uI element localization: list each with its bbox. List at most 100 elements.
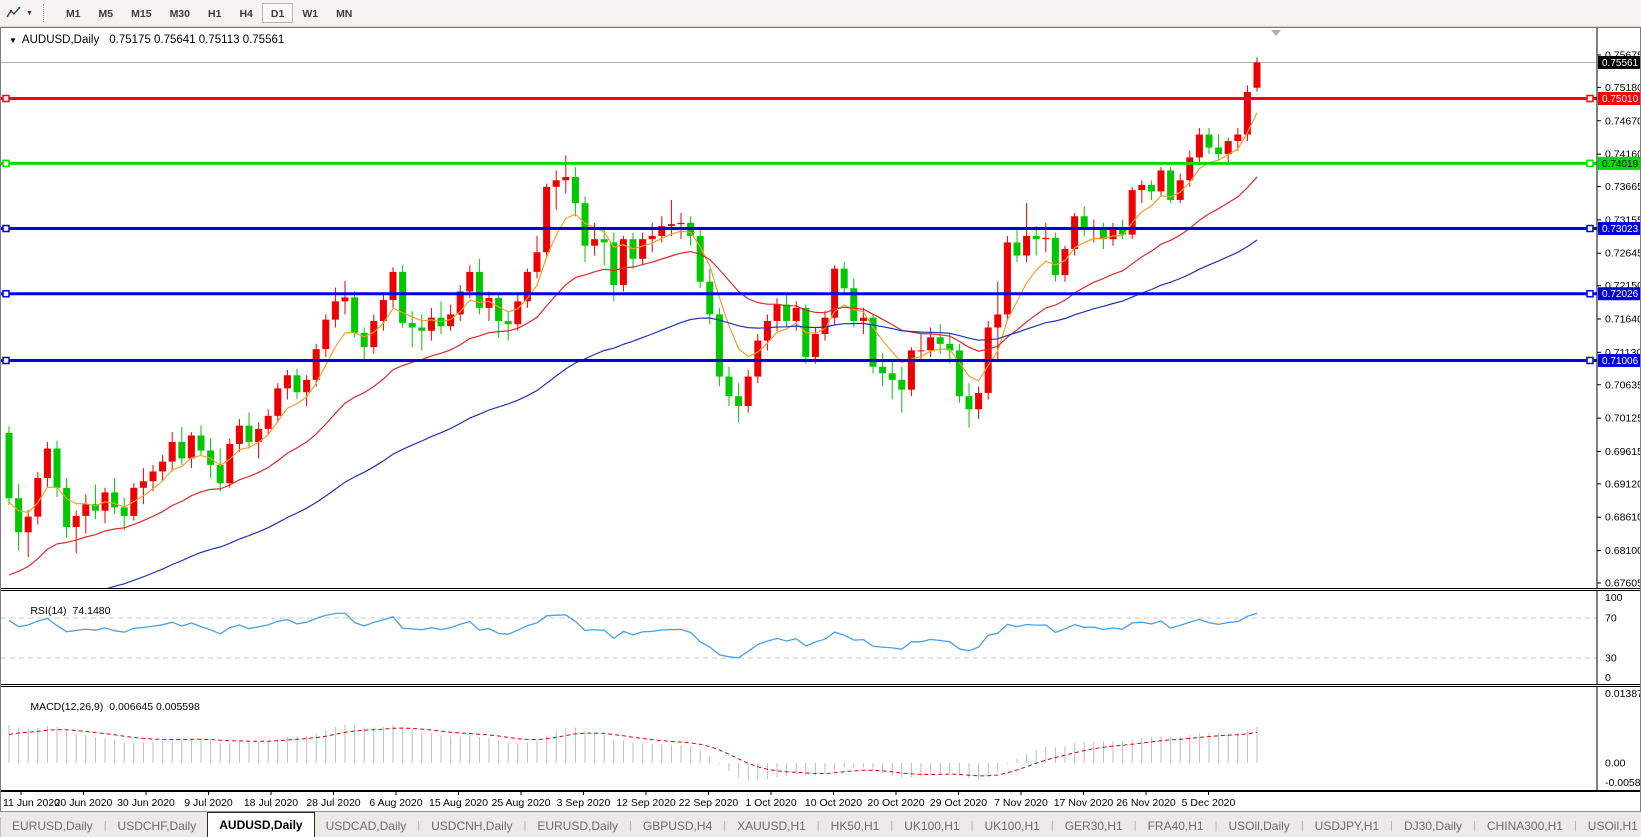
tab-uk100-h1[interactable]: UK100,H1 bbox=[893, 816, 970, 837]
horizontal-line[interactable] bbox=[1, 96, 1597, 102]
timeframe-button-d1[interactable]: D1 bbox=[262, 3, 293, 23]
price-tag: 0.74019 bbox=[1598, 157, 1640, 170]
tab-eurusd-daily[interactable]: EURUSD,Daily bbox=[526, 816, 629, 837]
svg-text:0.73023: 0.73023 bbox=[1602, 224, 1639, 235]
tab-uk100-h1[interactable]: UK100,H1 bbox=[973, 816, 1050, 837]
timeframe-button-m1[interactable]: M1 bbox=[57, 3, 90, 23]
timeframe-button-m15[interactable]: M15 bbox=[122, 3, 160, 23]
tab-usdjpy-h1[interactable]: USDJPY,H1 bbox=[1304, 816, 1390, 837]
svg-text:0.75010: 0.75010 bbox=[1602, 94, 1639, 105]
horizontal-line[interactable] bbox=[1, 160, 1597, 166]
horizontal-line[interactable] bbox=[1, 291, 1597, 297]
candle-body bbox=[562, 177, 569, 180]
tab-fra40-h1[interactable]: FRA40,H1 bbox=[1137, 816, 1215, 837]
candle-body bbox=[15, 498, 22, 532]
tab-dj30-daily[interactable]: DJ30,Daily bbox=[1393, 816, 1473, 837]
macd-axis-label: 0.00 bbox=[1605, 758, 1626, 770]
hline-handle[interactable] bbox=[1587, 291, 1593, 297]
candle-body bbox=[351, 297, 358, 332]
candle-body bbox=[783, 305, 790, 321]
price-axis-label: 0.68610 bbox=[1605, 512, 1640, 524]
price-axis-label: 0.68100 bbox=[1605, 545, 1640, 557]
candle-body bbox=[188, 435, 195, 458]
candle-body bbox=[495, 298, 502, 321]
timeframe-button-h4[interactable]: H4 bbox=[230, 3, 261, 23]
candle-body bbox=[332, 301, 339, 319]
candle-body bbox=[774, 305, 781, 321]
chart-title: ▼ AUDUSD,Daily 0.75175 0.75641 0.75113 0… bbox=[9, 34, 284, 46]
mt4-terminal: ▼ M1M5M15M30H1H4D1W1MN 0.756750.751800.7… bbox=[0, 0, 1641, 837]
tool-dropdown-caret-icon[interactable]: ▼ bbox=[26, 10, 33, 17]
candle-body bbox=[466, 272, 473, 292]
symbol-tabbar: EURUSD,Daily|USDCHF,DailyAUDUSD,DailyUSD… bbox=[0, 811, 1641, 837]
tab-usoil-h1[interactable]: USOil,H1 bbox=[1577, 816, 1641, 837]
tab-xauusd-h1[interactable]: XAUUSD,H1 bbox=[726, 816, 817, 837]
candle-body bbox=[716, 314, 723, 376]
tab-ger30-h1[interactable]: GER30,H1 bbox=[1054, 816, 1134, 837]
chart-window: 0.756750.751800.746700.741600.736650.731… bbox=[0, 27, 1641, 811]
candle-body bbox=[514, 301, 521, 324]
date-label: 3 Sep 2020 bbox=[557, 797, 611, 809]
candle-body bbox=[63, 488, 70, 527]
timeframe-button-m5[interactable]: M5 bbox=[90, 3, 123, 23]
tab-usdcad-daily[interactable]: USDCAD,Daily bbox=[315, 816, 418, 837]
hline-handle[interactable] bbox=[3, 96, 9, 102]
candle-body bbox=[34, 478, 41, 517]
candle-body bbox=[121, 507, 128, 516]
rsi-axis-label: 70 bbox=[1605, 613, 1617, 625]
tab-usdchf-daily[interactable]: USDCHF,Daily bbox=[107, 816, 208, 837]
svg-text:0.72026: 0.72026 bbox=[1602, 289, 1639, 300]
date-label: 11 Jun 2020 bbox=[3, 797, 60, 809]
date-label: 1 Oct 2020 bbox=[745, 797, 797, 809]
hline-handle[interactable] bbox=[1587, 357, 1593, 363]
tab-usoil-daily[interactable]: USOil,Daily bbox=[1217, 816, 1300, 837]
tab-hk50-h1[interactable]: HK50,H1 bbox=[820, 816, 891, 837]
price-tag: 0.73023 bbox=[1598, 222, 1640, 235]
candle-body bbox=[265, 416, 272, 429]
tab-usdcnh-daily[interactable]: USDCNH,Daily bbox=[420, 816, 523, 837]
timeframe-button-m30[interactable]: M30 bbox=[161, 3, 199, 23]
moving-average-55 bbox=[9, 240, 1257, 588]
timeframe-button-h1[interactable]: H1 bbox=[199, 3, 230, 23]
horizontal-line[interactable] bbox=[1, 226, 1597, 232]
timeframe-toolbar: ▼ M1M5M15M30H1H4D1W1MN bbox=[0, 0, 1641, 27]
hline-handle[interactable] bbox=[1587, 96, 1593, 102]
rsi-line bbox=[9, 613, 1257, 658]
date-label: 25 Aug 2020 bbox=[492, 797, 551, 809]
price-axis-label: 0.69615 bbox=[1605, 446, 1640, 458]
candle-body bbox=[54, 449, 61, 488]
candle-body bbox=[361, 333, 368, 347]
candle-body bbox=[409, 323, 416, 328]
tab-audusd-daily[interactable]: AUDUSD,Daily bbox=[207, 812, 314, 837]
hline-handle[interactable] bbox=[1587, 226, 1593, 232]
tab-gbpusd-h4[interactable]: GBPUSD,H4 bbox=[632, 816, 723, 837]
symbol-dropdown-icon[interactable]: ▼ bbox=[9, 36, 17, 45]
macd-chart: 0.0138730.00-0.005891 bbox=[1, 687, 1640, 790]
candle-body bbox=[169, 442, 176, 462]
candle-body bbox=[1071, 216, 1078, 249]
chart-shift-marker-icon[interactable] bbox=[1271, 30, 1281, 36]
draw-tool-icon[interactable] bbox=[4, 3, 24, 23]
tab-china300-h1[interactable]: CHINA300,H1 bbox=[1476, 816, 1574, 837]
candle-body bbox=[399, 272, 406, 323]
horizontal-line[interactable] bbox=[1, 357, 1597, 363]
zigzag-line-icon bbox=[6, 5, 22, 21]
tab-eurusd-daily[interactable]: EURUSD,Daily bbox=[1, 816, 104, 837]
hline-handle[interactable] bbox=[1587, 160, 1593, 166]
candle-body bbox=[1110, 229, 1117, 239]
date-label: 22 Sep 2020 bbox=[679, 797, 739, 809]
hline-handle[interactable] bbox=[3, 160, 9, 166]
candle-body bbox=[937, 337, 944, 344]
date-axis-labels: 11 Jun 202020 Jun 202030 Jun 20209 Jul 2… bbox=[1, 791, 1640, 811]
timeframe-button-mn[interactable]: MN bbox=[327, 3, 361, 23]
date-label: 20 Jun 2020 bbox=[55, 797, 113, 809]
hline-handle[interactable] bbox=[3, 291, 9, 297]
candle-body bbox=[841, 269, 848, 289]
timeframe-button-w1[interactable]: W1 bbox=[293, 3, 327, 23]
candle-body bbox=[879, 367, 886, 374]
hline-handle[interactable] bbox=[3, 357, 9, 363]
macd-axis-label: 0.013873 bbox=[1605, 688, 1640, 700]
date-label: 18 Jul 2020 bbox=[244, 797, 298, 809]
hline-handle[interactable] bbox=[3, 226, 9, 232]
macd-histogram bbox=[9, 725, 1257, 781]
